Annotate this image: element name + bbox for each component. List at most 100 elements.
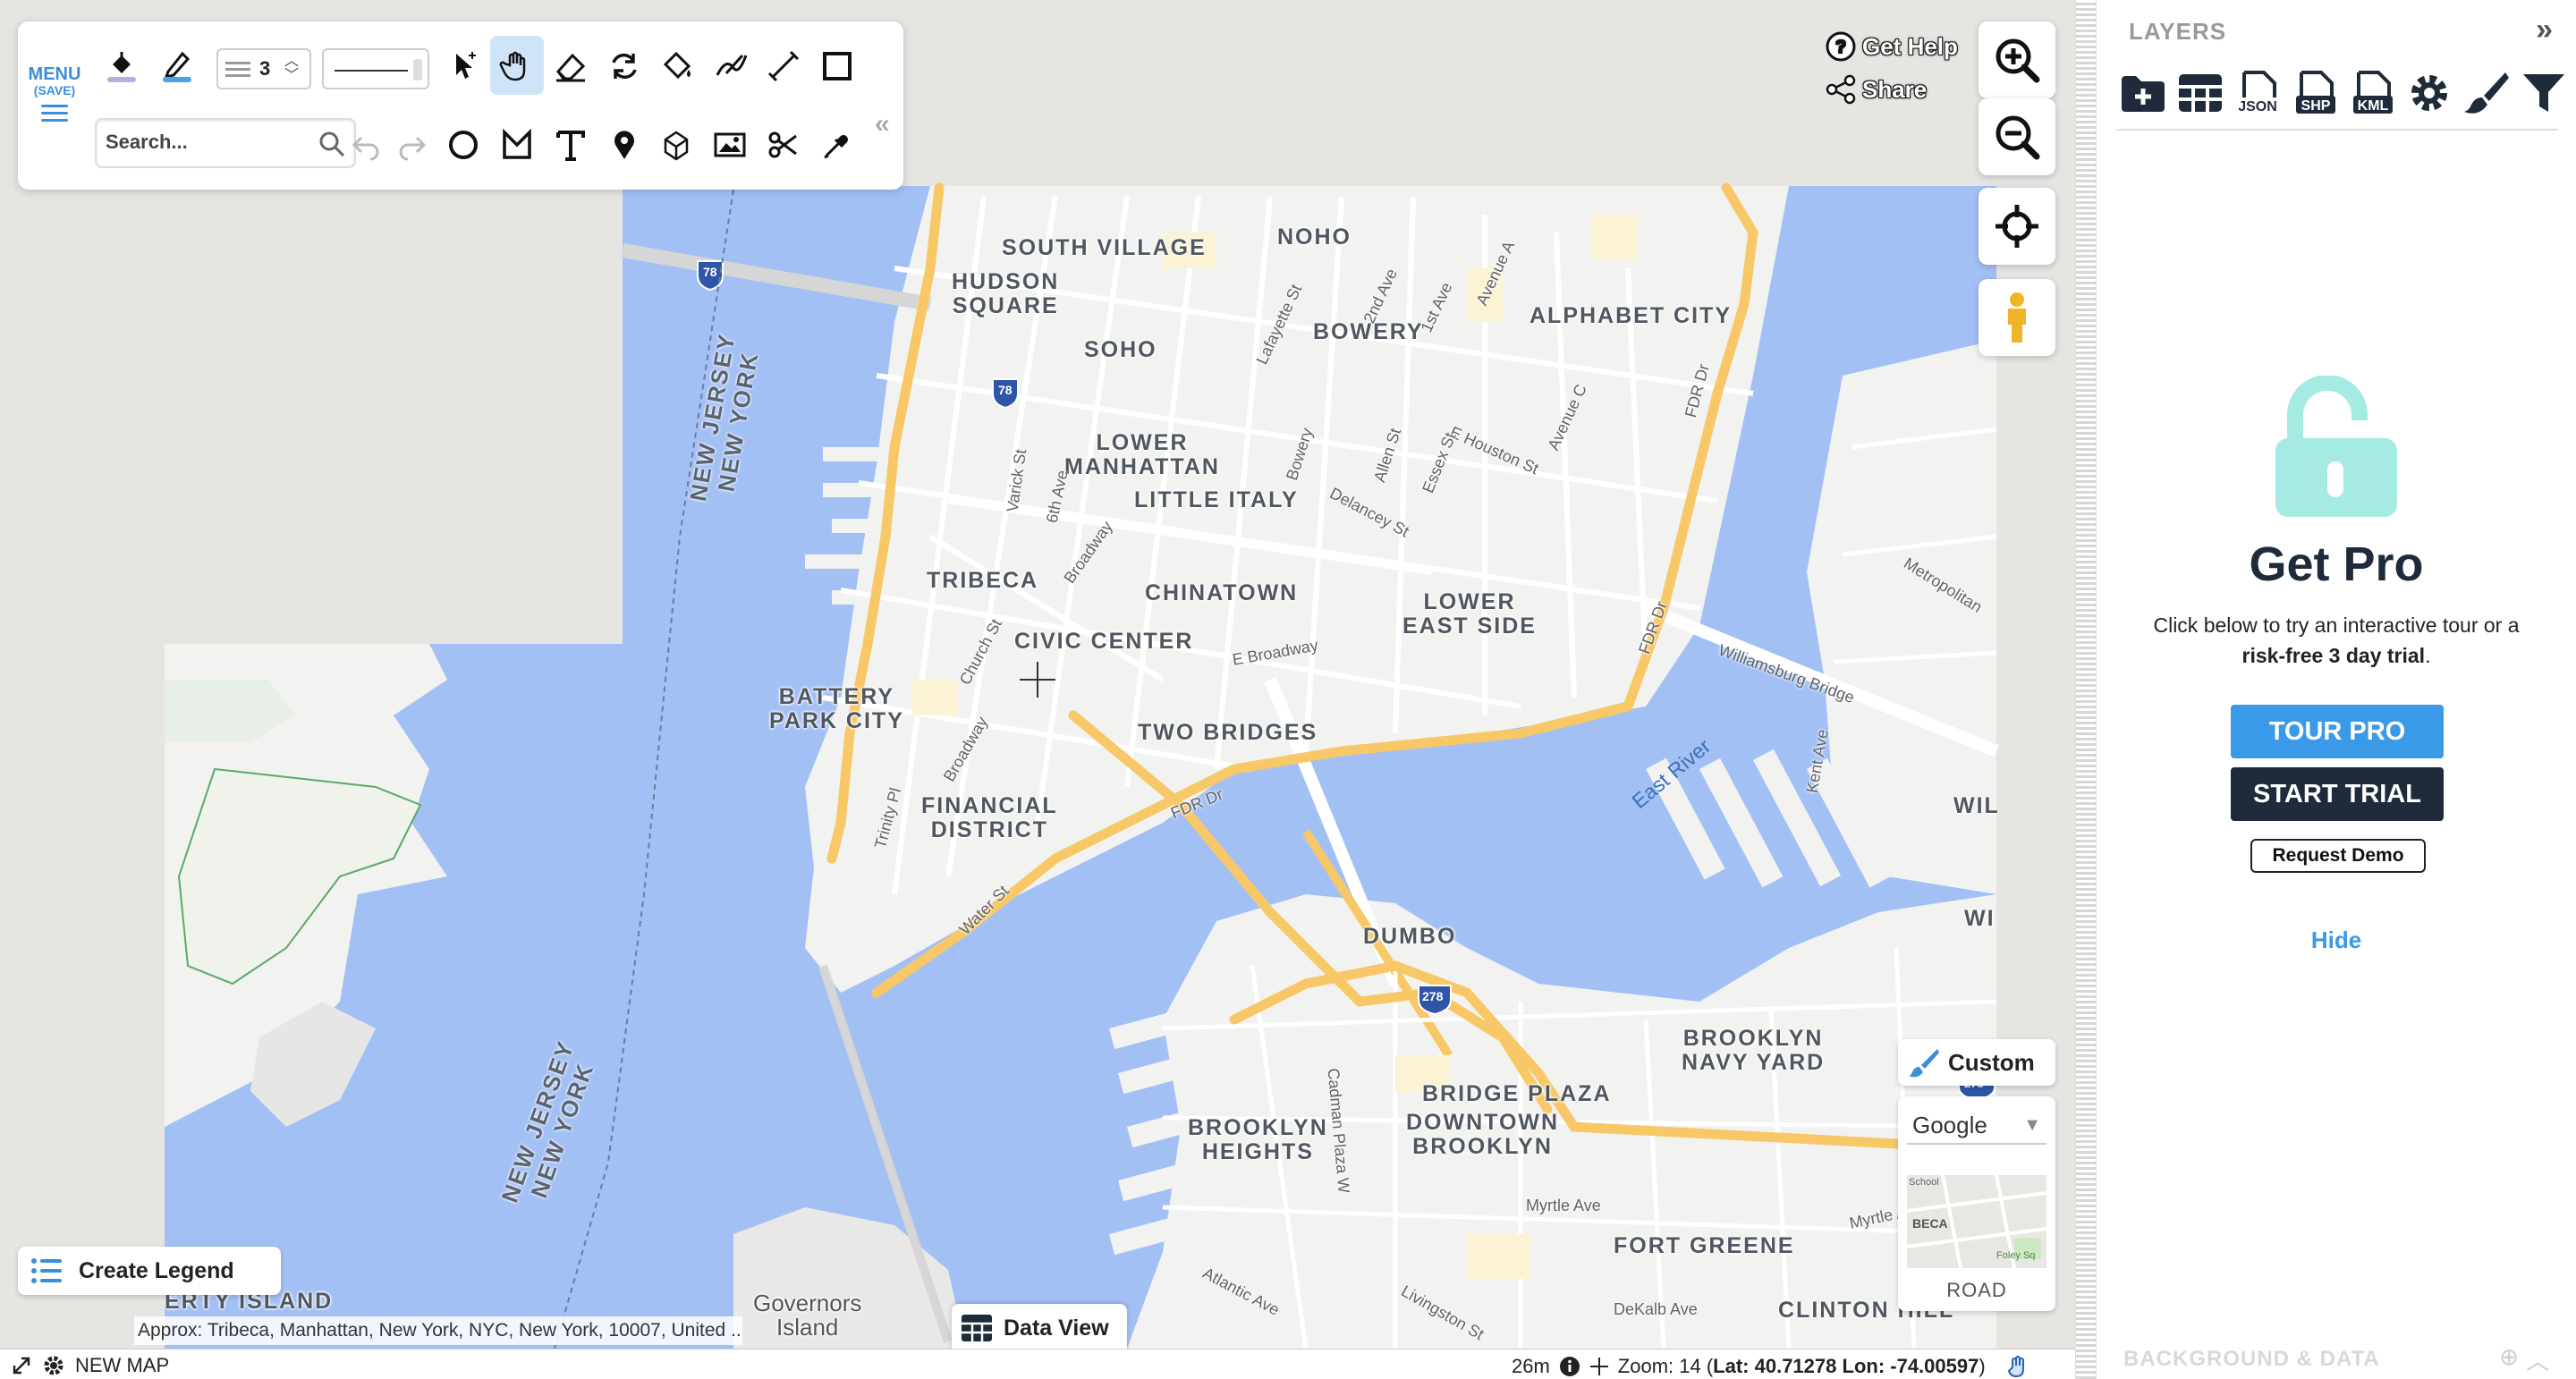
map-label-brooklyn-heights: BROOKLYN HEIGHTS bbox=[1188, 1115, 1328, 1164]
redo-icon bbox=[399, 136, 427, 161]
data-view-button[interactable]: Data View bbox=[952, 1304, 1127, 1352]
search-input[interactable] bbox=[97, 120, 293, 165]
expand-icon[interactable] bbox=[11, 1355, 32, 1376]
basemap-thumbnail[interactable]: School BECA Foley Sq bbox=[1907, 1175, 2046, 1268]
map-label-bowery: BOWERY bbox=[1313, 319, 1424, 344]
image-tool-button[interactable] bbox=[705, 120, 755, 170]
filter-icon[interactable] bbox=[2519, 68, 2569, 118]
refresh-button[interactable] bbox=[599, 41, 649, 91]
get-help-link[interactable]: ? Get Help bbox=[1825, 30, 1958, 63]
map-label-fort-greene: FORT GREENE bbox=[1614, 1233, 1795, 1258]
request-demo-button[interactable]: Request Demo bbox=[2250, 839, 2426, 873]
panel-collapse-icon[interactable]: » bbox=[2536, 13, 2553, 47]
add-layer-icon[interactable] bbox=[2118, 68, 2168, 118]
divider bbox=[2116, 129, 2558, 131]
scroll-handle bbox=[413, 59, 422, 80]
gear-icon[interactable] bbox=[41, 1353, 66, 1378]
line-color-button[interactable] bbox=[152, 41, 202, 91]
street-view-button[interactable] bbox=[1979, 279, 2055, 356]
basemap-dropdown[interactable]: Google ▼ bbox=[1907, 1105, 2046, 1145]
color-picker-button[interactable] bbox=[812, 120, 862, 170]
fill-area-button[interactable] bbox=[653, 41, 703, 91]
status-bar: NEW MAP 26m Zoom: 14 (Lat: 40.71278 Lon:… bbox=[0, 1349, 2075, 1379]
table-icon[interactable] bbox=[2175, 68, 2225, 118]
map-label-financial-district: FINANCIAL DISTRICT bbox=[921, 793, 1058, 842]
style-brush-icon[interactable] bbox=[2462, 68, 2512, 118]
svg-text:?: ? bbox=[1835, 38, 1846, 57]
add-circle-icon[interactable]: ⊕ bbox=[2499, 1343, 2519, 1376]
zoom-out-button[interactable] bbox=[1979, 98, 2055, 175]
hide-link[interactable]: Hide bbox=[2097, 926, 2576, 954]
get-pro-title: Get Pro bbox=[2249, 537, 2424, 591]
map-name[interactable]: NEW MAP bbox=[75, 1354, 169, 1377]
map-label-soho: SOHO bbox=[1084, 337, 1157, 362]
paint-bucket-icon bbox=[107, 52, 136, 82]
map-tiles bbox=[0, 0, 2075, 1379]
custom-style-button[interactable]: Custom bbox=[1898, 1039, 2055, 1086]
get-help-label: Get Help bbox=[1862, 32, 1958, 60]
stroke-width-stepper[interactable]: 3 ︿ ﹀ bbox=[216, 48, 311, 89]
pencil-icon bbox=[163, 51, 191, 82]
scale-label: 26m bbox=[1512, 1355, 1550, 1377]
share-link[interactable]: Share bbox=[1825, 73, 1927, 106]
chevron-up-icon[interactable]: ︿ bbox=[2526, 1343, 2549, 1376]
create-legend-button[interactable]: Create Legend bbox=[18, 1247, 281, 1295]
measure-tool-button[interactable] bbox=[758, 41, 809, 91]
menu-label: MENU bbox=[28, 64, 81, 84]
map-label-noho: NOHO bbox=[1277, 224, 1352, 250]
stroke-width-value: 3 bbox=[259, 57, 271, 80]
shp-icon[interactable]: SHP bbox=[2290, 68, 2340, 118]
map-canvas[interactable]: 78 78 278 278 SOUTH VILLAGE NOHO HUDSON … bbox=[0, 0, 2075, 1379]
pan-tool-button[interactable] bbox=[490, 36, 544, 95]
menu-button[interactable]: MENU (SAVE) bbox=[27, 64, 82, 126]
map-label-civic-center: CIVIC CENTER bbox=[1014, 629, 1194, 654]
toolbar-collapse-icon[interactable]: « bbox=[875, 109, 890, 140]
start-trial-button[interactable]: START TRIAL bbox=[2231, 767, 2444, 821]
circle-tool-button[interactable] bbox=[438, 120, 488, 170]
svg-text:JSON: JSON bbox=[2238, 99, 2277, 114]
map-label-bridge-plaza: BRIDGE PLAZA bbox=[1422, 1081, 1612, 1106]
line-style-select[interactable] bbox=[322, 48, 429, 89]
panel-resize-handle[interactable] bbox=[2075, 0, 2097, 1379]
info-icon[interactable] bbox=[1559, 1356, 1580, 1377]
polygon-tool-button[interactable] bbox=[492, 120, 542, 170]
zoom-in-button[interactable] bbox=[1979, 21, 2055, 98]
zoom-in-icon bbox=[1996, 38, 2040, 83]
cut-tool-button[interactable] bbox=[758, 120, 809, 170]
locate-button[interactable] bbox=[1979, 188, 2055, 265]
crosshair-icon bbox=[1589, 1358, 1608, 1375]
freehand-icon bbox=[716, 54, 748, 76]
pan-hand-icon[interactable] bbox=[2005, 1353, 2032, 1379]
crosshair-locate-icon bbox=[1996, 205, 2038, 248]
get-pro-description: Click below to try an interactive tour o… bbox=[2153, 613, 2520, 667]
drawing-toolbar: MENU (SAVE) 3 ︿ ﹀ Search... « bbox=[18, 21, 903, 190]
undo-button[interactable] bbox=[342, 120, 392, 170]
marker-tool-button[interactable] bbox=[599, 120, 649, 170]
rectangle-tool-button[interactable] bbox=[812, 41, 862, 91]
fill-color-button[interactable] bbox=[97, 41, 147, 91]
text-icon bbox=[556, 131, 585, 161]
image-icon bbox=[714, 132, 746, 157]
zoom-out-icon bbox=[1996, 115, 2040, 160]
map-label-chinatown: CHINATOWN bbox=[1145, 580, 1299, 605]
freehand-tool-button[interactable] bbox=[707, 41, 757, 91]
kml-icon[interactable]: KML bbox=[2347, 68, 2397, 118]
text-tool-button[interactable] bbox=[546, 120, 596, 170]
map-search-box[interactable] bbox=[95, 118, 356, 168]
custom-style-label: Custom bbox=[1948, 1048, 2035, 1076]
stepper-arrows-icon: ︿ ﹀ bbox=[284, 54, 300, 83]
zoom-coordinates: Zoom: 14 (Lat: 40.71278 Lon: -74.00597) bbox=[1617, 1355, 1986, 1377]
redo-button[interactable] bbox=[386, 120, 436, 170]
map-label-dumbo: DUMBO bbox=[1363, 924, 1457, 949]
interstate-shield-label: 78 bbox=[703, 265, 717, 279]
select-tool-button[interactable] bbox=[438, 41, 488, 91]
pegman-icon bbox=[2008, 292, 2026, 343]
map-label-alphabet-city: ALPHABET CITY bbox=[1530, 303, 1732, 328]
cube-icon bbox=[664, 131, 689, 161]
json-icon[interactable]: JSON bbox=[2233, 68, 2283, 118]
settings-icon[interactable] bbox=[2404, 68, 2454, 118]
background-data-header[interactable]: BACKGROUND & DATA bbox=[2123, 1347, 2380, 1372]
eraser-tool-button[interactable] bbox=[546, 41, 596, 91]
3d-shape-tool-button[interactable] bbox=[651, 120, 701, 170]
tour-pro-button[interactable]: TOUR PRO bbox=[2231, 705, 2444, 758]
